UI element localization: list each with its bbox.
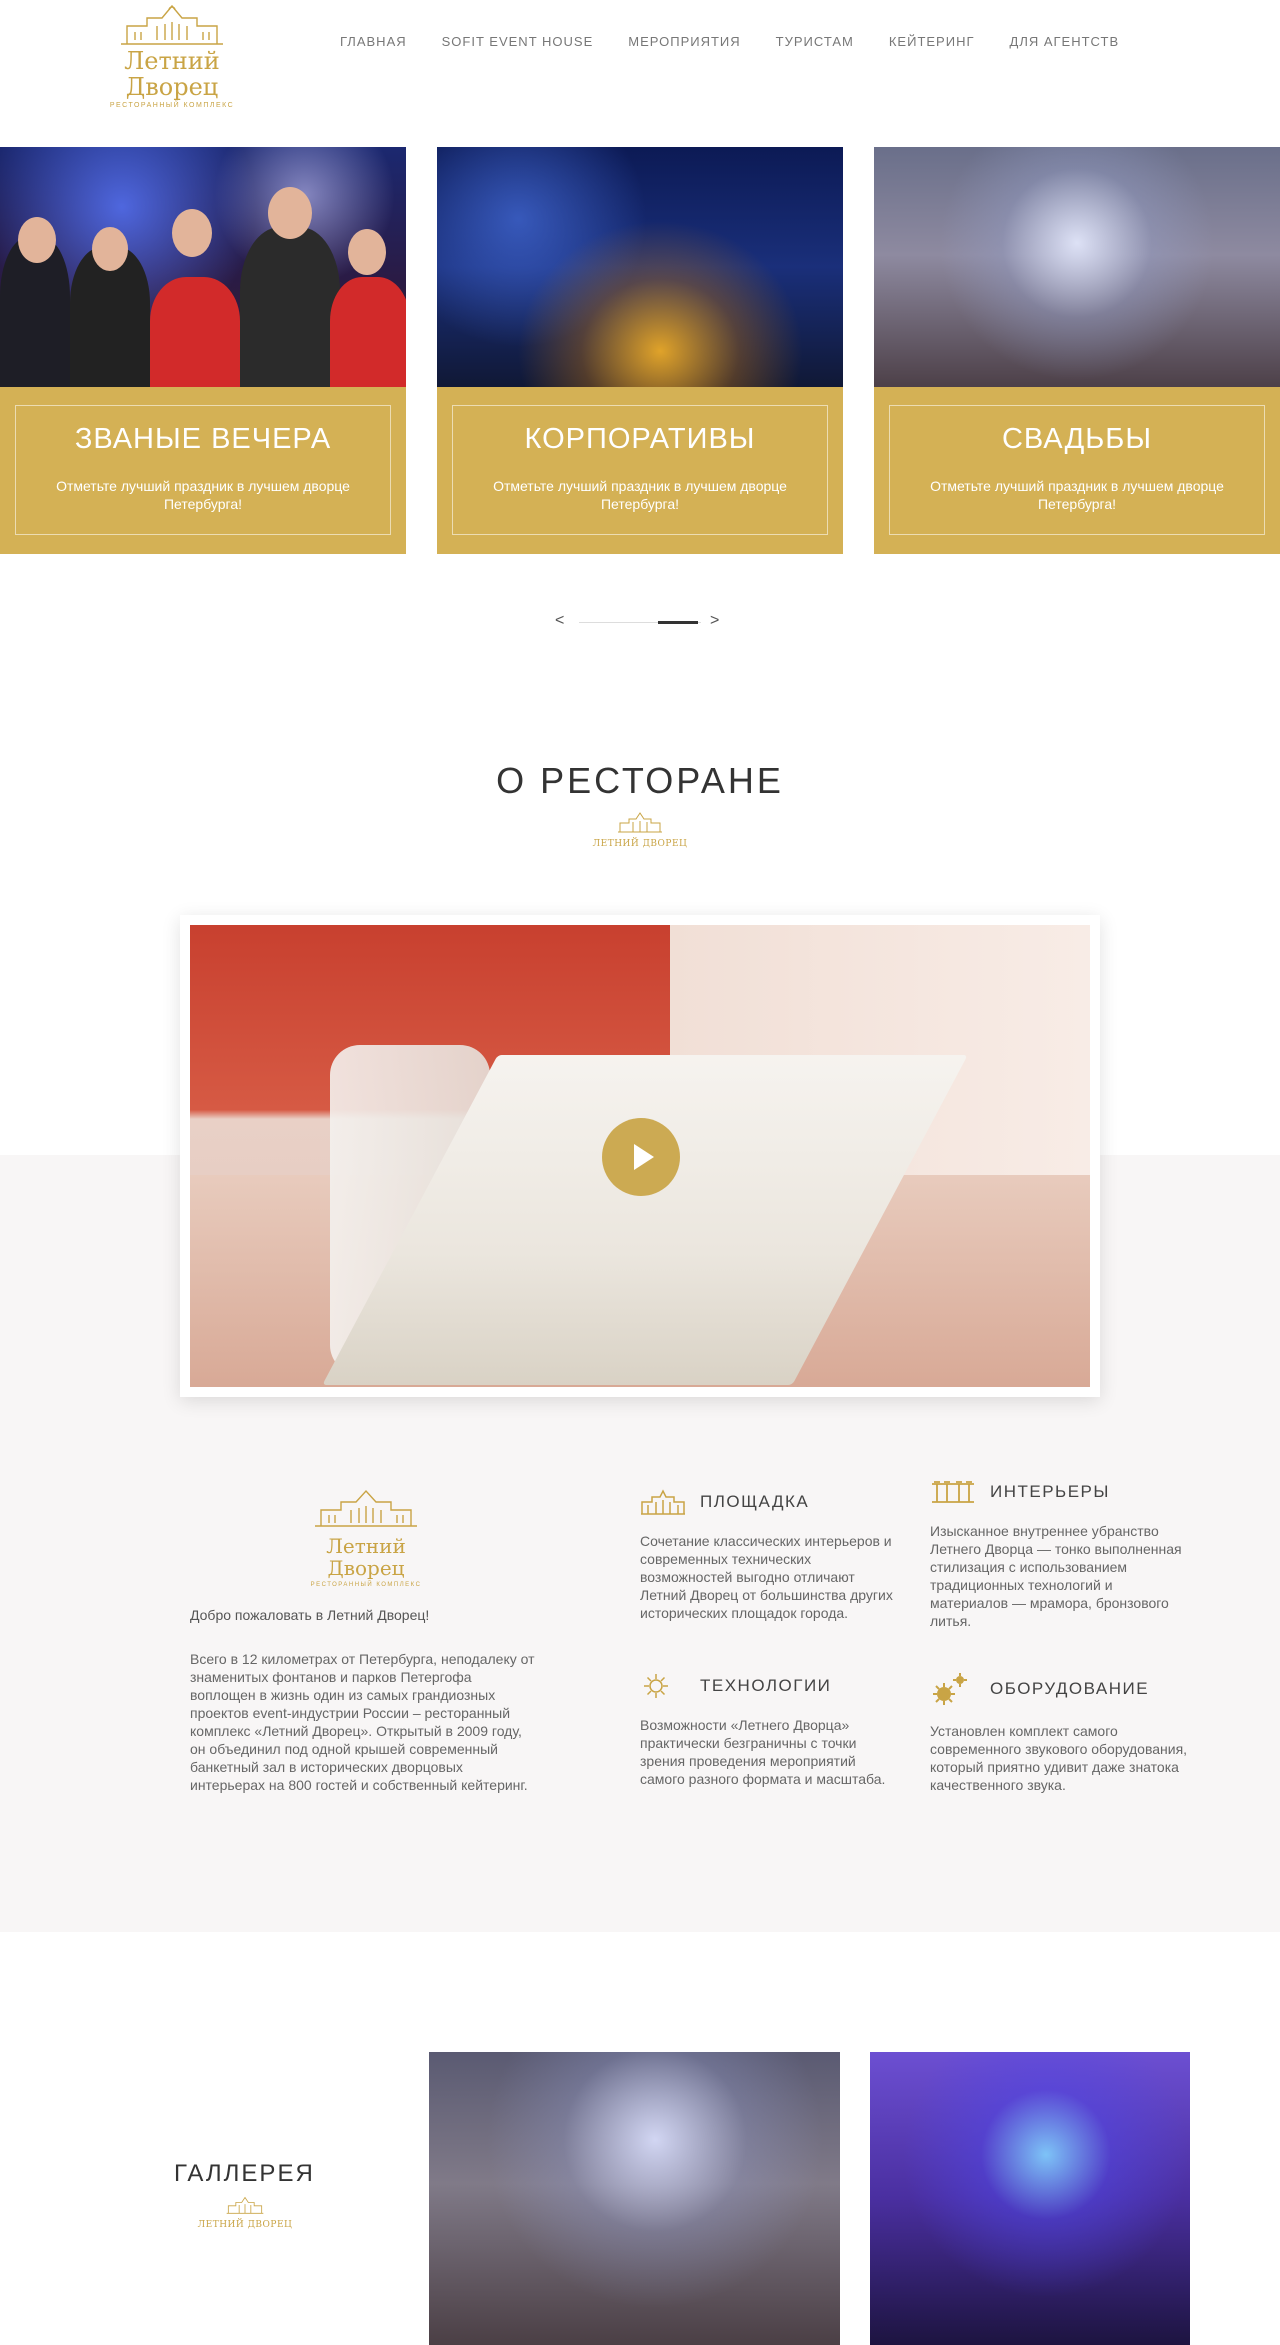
event-card-desc: Отметьте лучший праздник в лучшем дворце… [56, 478, 350, 512]
about-logo-subtitle: РЕСТОРАННЫЙ КОМПЛЕКС [310, 1582, 422, 1588]
palace-logo-icon [315, 1489, 417, 1527]
feature-desc: Установлен комплект самого современного … [930, 1723, 1188, 1793]
event-card-desc: Отметьте лучший праздник в лучшем дворце… [930, 478, 1224, 512]
palace-icon [641, 1489, 685, 1515]
event-card-corporate[interactable]: КОРПОРАТИВЫ Отметьте лучший праздник в л… [437, 147, 843, 554]
nav-item-catering[interactable]: КЕЙТЕРИНГ [889, 34, 975, 49]
about-logo: Летний Дворец РЕСТОРАННЫЙ КОМПЛЕКС [286, 1486, 446, 1588]
mini-logo-text: ЛЕТНИЙ ДВОРЕЦ [592, 839, 688, 849]
gallery-image-cars-event[interactable] [870, 2052, 1190, 2345]
feature-technology: ТЕХНОЛОГИИ Возможности «Летнего Дворца» … [640, 1672, 900, 1788]
feature-desc: Изысканное внутреннее убранство Летнего … [930, 1523, 1182, 1629]
about-text: Всего в 12 километрах от Петербурга, неп… [190, 1651, 535, 1793]
gears-icon [933, 1673, 967, 1705]
gallery-mini-logo: ЛЕТНИЙ ДВОРЕЦ [195, 2195, 295, 2230]
event-card-desc: Отметьте лучший праздник в лучшем дворце… [493, 478, 787, 512]
feature-title: ОБОРУДОВАНИЕ [990, 1679, 1150, 1698]
nav-item-events[interactable]: МЕРОПРИЯТИЯ [628, 34, 740, 49]
feature-title: ИНТЕРЬЕРЫ [990, 1482, 1110, 1501]
mini-logo-text: ЛЕТНИЙ ДВОРЕЦ [197, 2220, 293, 2230]
about-welcome: Добро пожаловать в Летний Дворец! [190, 1607, 430, 1623]
event-photo-parties [0, 147, 406, 387]
event-card-parties[interactable]: ЗВАНЫЕ ВЕЧЕРА Отметьте лучший праздник в… [0, 147, 406, 554]
about-logo-name: Летний Дворец [326, 1534, 406, 1580]
event-card-title: ЗВАНЫЕ ВЕЧЕРА [74, 423, 332, 455]
feature-equipment: ОБОРУДОВАНИЕ Установлен комплект самого … [930, 1672, 1190, 1794]
slider-next-button[interactable]: > [710, 612, 719, 630]
nav-item-sofit-event-house[interactable]: SOFIT EVENT HOUSE [442, 34, 594, 49]
nav-item-agencies[interactable]: ДЛЯ АГЕНТСТВ [1010, 34, 1120, 49]
logo-subtitle: РЕСТОРАННЫЙ КОМПЛЕКС [109, 102, 235, 109]
gallery-image-wedding[interactable] [429, 2052, 840, 2345]
logo-name: Летний Дворец [124, 47, 220, 101]
site-header: Летний Дворец РЕСТОРАННЫЙ КОМПЛЕКС ГЛАВН… [0, 0, 1280, 109]
about-section-title: О РЕСТОРАНЕ [496, 760, 784, 801]
palace-mini-icon [226, 2196, 264, 2214]
events-slider: ЗВАНЫЕ ВЕЧЕРА Отметьте лучший праздник в… [0, 147, 1280, 554]
feature-venue: ПЛОЩАДКА Сочетание классических интерьер… [640, 1488, 900, 1622]
video-thumbnail [190, 925, 1090, 1387]
nav-item-tourists[interactable]: ТУРИСТАМ [776, 34, 854, 49]
slider-pagination: < > [555, 612, 725, 632]
sun-icon [644, 1674, 668, 1698]
palace-logo-icon [121, 4, 223, 45]
feature-desc: Возможности «Летнего Дворца» практически… [640, 1717, 886, 1787]
gallery-title: ГАЛЛЕРЕЯ [174, 2160, 315, 2187]
feature-title: ТЕХНОЛОГИИ [700, 1676, 832, 1695]
feature-title: ПЛОЩАДКА [700, 1492, 810, 1511]
event-card-weddings[interactable]: СВАДЬБЫ Отметьте лучший праздник в лучше… [874, 147, 1280, 554]
slider-active-indicator[interactable] [658, 621, 698, 624]
main-nav: ГЛАВНАЯ SOFIT EVENT HOUSE МЕРОПРИЯТИЯ ТУ… [340, 34, 1154, 49]
about-video [180, 915, 1100, 1397]
feature-desc: Сочетание классических интерьеров и совр… [640, 1533, 893, 1621]
event-card-title: СВАДЬБЫ [1001, 423, 1152, 455]
about-mini-logo: ЛЕТНИЙ ДВОРЕЦ [590, 810, 690, 849]
feature-interiors: ИНТЕРЬЕРЫ Изысканное внутреннее убранств… [930, 1478, 1190, 1630]
columns-icon [932, 1481, 974, 1503]
nav-item-home[interactable]: ГЛАВНАЯ [340, 34, 407, 49]
slider-prev-button[interactable]: < [555, 612, 564, 630]
event-photo-weddings [874, 147, 1280, 387]
event-card-title: КОРПОРАТИВЫ [524, 423, 756, 455]
video-play-button[interactable] [602, 1118, 680, 1196]
event-photo-corporate [437, 147, 843, 387]
palace-mini-icon [618, 812, 662, 833]
site-logo[interactable]: Летний Дворец РЕСТОРАННЫЙ КОМПЛЕКС [84, 0, 260, 109]
